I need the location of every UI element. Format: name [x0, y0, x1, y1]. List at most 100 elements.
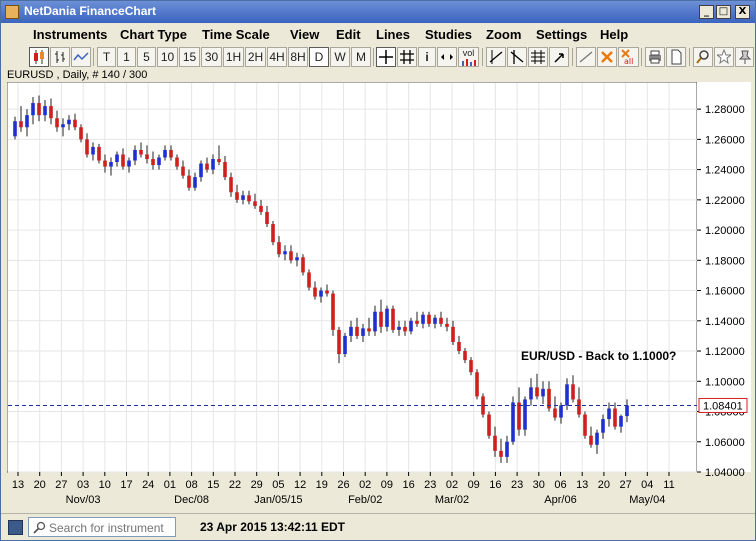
toolbar-separator	[482, 48, 483, 66]
instrument-search[interactable]	[28, 517, 176, 537]
maximize-button[interactable]: □	[716, 5, 731, 19]
scroll-button[interactable]	[437, 47, 457, 67]
copy-button[interactable]	[666, 47, 686, 67]
pin-button[interactable]	[735, 47, 754, 67]
candle-body-down	[259, 205, 263, 212]
menu-zoom[interactable]: Zoom	[486, 27, 521, 42]
x-month-label: Nov/03	[66, 494, 101, 506]
window-layout-icon[interactable]	[8, 520, 23, 535]
line-chart-button[interactable]	[71, 47, 91, 67]
x-tick-label: 26	[337, 479, 349, 491]
plot-area	[6, 81, 698, 473]
minimize-button[interactable]: _	[699, 5, 714, 19]
info-button[interactable]: i	[418, 47, 436, 67]
candle-body-up	[601, 419, 605, 433]
candlestick-chart-button[interactable]	[29, 47, 49, 67]
pointer-button[interactable]	[549, 47, 569, 67]
candle-body-up	[385, 308, 389, 327]
x-tick-label: 09	[468, 479, 480, 491]
timescale-1h[interactable]: 1H	[223, 47, 244, 67]
x-tick-label: 10	[99, 479, 111, 491]
zoom-button[interactable]	[693, 47, 713, 67]
trendline-button[interactable]	[486, 47, 506, 67]
fibonacci-button[interactable]	[528, 47, 548, 67]
print-button[interactable]	[645, 47, 665, 67]
menu-lines[interactable]: Lines	[376, 27, 410, 42]
menu-view[interactable]: View	[290, 27, 319, 42]
timescale-5min[interactable]: 5	[137, 47, 156, 67]
grid-button[interactable]	[397, 47, 417, 67]
candle-body-up	[343, 335, 347, 355]
candle-body-up	[67, 119, 71, 125]
menu-bar: Instruments Chart Type Time Scale View E…	[1, 23, 755, 45]
menu-time-scale[interactable]: Time Scale	[202, 27, 270, 42]
timescale-8h[interactable]: 8H	[288, 47, 308, 67]
x-tick-label: 29	[251, 479, 263, 491]
status-datetime: 23 Apr 2015 13:42:11 EDT	[200, 520, 345, 534]
candle-body-up	[43, 106, 47, 116]
timescale-2h[interactable]: 2H	[245, 47, 266, 67]
candle-body-up	[625, 405, 629, 417]
menu-settings[interactable]: Settings	[536, 27, 587, 42]
timescale-4h[interactable]: 4H	[267, 47, 287, 67]
candle-body-down	[457, 341, 461, 352]
delete-all-button[interactable]: all	[618, 47, 639, 67]
timescale-daily[interactable]: D	[309, 47, 329, 67]
candle-body-down	[487, 414, 491, 436]
candle-body-down	[313, 287, 317, 297]
x-tick-label: 06	[554, 479, 566, 491]
document-icon	[671, 49, 682, 65]
candlestick-chart[interactable]: 13 20 27 03 10 17 24 01 08 15 22 29 05 12 19 26 02 09 16 23…	[6, 81, 751, 508]
candle-body-down	[451, 326, 455, 342]
candle-body-up	[61, 124, 65, 128]
candle-body-up	[565, 384, 569, 406]
timescale-30min[interactable]: 30	[201, 47, 222, 67]
candle-body-up	[607, 408, 611, 420]
candle-body-down	[571, 384, 575, 400]
candle-body-down	[37, 103, 41, 116]
title-bar[interactable]: NetDania FinanceChart _ □ X	[1, 1, 755, 23]
candle-body-down	[499, 450, 503, 457]
delete-object-button[interactable]	[597, 47, 617, 67]
menu-studies[interactable]: Studies	[425, 27, 472, 42]
x-tick-label: 22	[229, 479, 241, 491]
candle-body-down	[325, 290, 329, 294]
channel-button[interactable]	[507, 47, 527, 67]
candle-body-down	[535, 387, 539, 397]
menu-chart-type[interactable]: Chart Type	[120, 27, 187, 42]
timescale-weekly[interactable]: W	[330, 47, 350, 67]
candle-body-down	[367, 328, 371, 332]
crosshair-button[interactable]	[376, 47, 396, 67]
toolbar: T 1 5 10 15 30 1H 2H 4H 8H D W M i vol a…	[1, 45, 755, 69]
timescale-monthly[interactable]: M	[351, 47, 371, 67]
bar-chart-button[interactable]	[50, 47, 70, 67]
chart-area[interactable]: 13 20 27 03 10 17 24 01 08 15 22 29 05 12 19 26 02 09 16 23…	[6, 81, 751, 508]
menu-instruments[interactable]: Instruments	[33, 27, 107, 42]
candle-body-down	[613, 408, 617, 427]
instrument-info: EURUSD , Daily, # 140 / 300	[7, 69, 148, 81]
timescale-15min[interactable]: 15	[179, 47, 200, 67]
candle-body-up	[397, 326, 401, 330]
star-icon	[717, 49, 731, 65]
timescale-1min[interactable]: 1	[117, 47, 136, 67]
volume-button[interactable]: vol	[458, 47, 479, 67]
candle-body-down	[55, 118, 59, 128]
timescale-tick[interactable]: T	[97, 47, 116, 67]
x-tick-label: 13	[576, 479, 588, 491]
pencil-line-icon	[579, 51, 593, 63]
close-button[interactable]: X	[735, 5, 750, 19]
x-tick-label: 19	[316, 479, 328, 491]
candle-body-down	[289, 251, 293, 261]
search-icon	[33, 521, 46, 534]
alert-button[interactable]	[714, 47, 734, 67]
arrows-horizontal-icon	[441, 54, 453, 60]
candle-body-down	[469, 360, 473, 373]
timescale-10min[interactable]: 10	[157, 47, 178, 67]
menu-help[interactable]: Help	[600, 27, 628, 42]
menu-edit[interactable]: Edit	[336, 27, 361, 42]
search-input[interactable]	[49, 520, 173, 535]
draw-line-button[interactable]	[576, 47, 596, 67]
x-tick-label: 03	[77, 479, 89, 491]
candle-body-down	[583, 414, 587, 436]
crosshair-icon	[379, 50, 393, 64]
